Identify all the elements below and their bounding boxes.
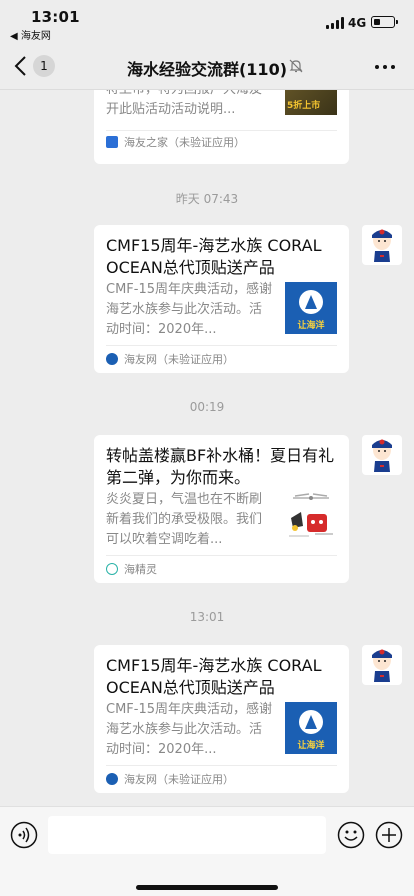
more-options-button[interactable] <box>372 56 398 76</box>
signal-icon <box>326 17 344 29</box>
card-description: CMF-15周年庆典活动，感谢海艺水族参与此次活动。活动时间：2020年... <box>106 702 273 757</box>
network-type: 4G <box>348 16 367 30</box>
status-bar: 13:01 ◀ 海友网 4G <box>0 0 414 44</box>
message-card[interactable]: CMF15周年-海艺水族 CORAL OCEAN总代顶贴送产品 CMF-15周年… <box>94 645 349 793</box>
avatar-cartoon-icon <box>372 439 392 472</box>
summer-promo-illustration <box>289 493 333 537</box>
app-source-icon <box>106 353 118 365</box>
chat-header: 1 海水经验交流群(110) <box>0 44 414 90</box>
message-timestamp: 13:01 <box>189 610 225 624</box>
home-indicator <box>136 885 278 890</box>
card-source: 海友网（未验证应用） <box>106 771 234 787</box>
card-thumbnail: 让海洋 <box>285 282 337 334</box>
card-description: CMF-15周年庆典活动，感谢海艺水族参与此次活动。活动时间：2020年... <box>106 282 273 337</box>
avatar-cartoon-icon <box>372 649 392 682</box>
thumbnail-text: 5折上市 <box>287 101 321 111</box>
chat-title: 海水经验交流群(110) <box>126 60 288 79</box>
message-card[interactable]: 将上市，特为回报广大海友开此贴活动活动说明... 5折上市 海友之家（未验证应用… <box>94 90 349 164</box>
source-label: 海精灵 <box>124 563 157 576</box>
card-title: 转帖盖楼赢BF补水桶！夏日有礼第二弹，为你而来。 <box>106 446 335 487</box>
card-title: CMF15周年-海艺水族 CORAL OCEAN总代顶贴送产品 <box>106 656 322 697</box>
status-time: 13:01 <box>31 8 80 26</box>
message-timestamp: 昨天 07:43 <box>175 192 239 206</box>
app-source-icon <box>106 563 118 575</box>
card-divider <box>106 555 337 556</box>
mute-bell-icon <box>289 59 303 73</box>
message-text-field[interactable] <box>48 816 326 854</box>
card-source: 海友网（未验证应用） <box>106 351 234 367</box>
emoji-icon[interactable] <box>337 821 365 849</box>
card-thumbnail: 5折上市 <box>285 90 337 115</box>
card-title: CMF15周年-海艺水族 CORAL OCEAN总代顶贴送产品 <box>106 236 322 277</box>
battery-cap <box>396 20 398 24</box>
more-plus-icon[interactable] <box>375 821 403 849</box>
message-input-bar <box>0 806 414 896</box>
card-description: 将上市，特为回报广大海友开此贴活动活动说明... <box>106 90 262 117</box>
message-card[interactable]: 转帖盖楼赢BF补水桶！夏日有礼第二弹，为你而来。 炎炎夏日，气温也在不断刷新着我… <box>94 435 349 583</box>
avatar[interactable] <box>362 645 402 685</box>
avatar[interactable] <box>362 225 402 265</box>
battery-icon <box>371 16 395 28</box>
avatar[interactable] <box>362 435 402 475</box>
app-source-icon <box>106 136 118 148</box>
thumbnail-text: 让海洋 <box>297 321 325 331</box>
chat-messages[interactable]: 将上市，特为回报广大海友开此贴活动活动说明... 5折上市 海友之家（未验证应用… <box>0 90 414 806</box>
card-description: 炎炎夏日，气温也在不断刷新着我们的承受极限。我们可以吹着空调吃着... <box>106 492 263 547</box>
card-thumbnail <box>285 492 337 544</box>
card-source: 海精灵 <box>106 561 157 577</box>
card-source: 海友之家（未验证应用） <box>106 134 245 150</box>
card-divider <box>106 765 337 766</box>
card-divider <box>106 345 337 346</box>
source-label: 海友网（未验证应用） <box>124 353 234 366</box>
voice-input-icon[interactable] <box>10 821 38 849</box>
app-source-icon <box>106 773 118 785</box>
card-divider <box>106 130 337 131</box>
source-label: 海友之家（未验证应用） <box>124 136 245 149</box>
avatar-cartoon-icon <box>372 229 392 262</box>
card-thumbnail: 让海洋 <box>285 702 337 754</box>
back-to-app-link[interactable]: ◀ 海友网 <box>10 27 51 42</box>
source-label: 海友网（未验证应用） <box>124 773 234 786</box>
message-card[interactable]: CMF15周年-海艺水族 CORAL OCEAN总代顶贴送产品 CMF-15周年… <box>94 225 349 373</box>
message-timestamp: 00:19 <box>189 400 225 414</box>
thumbnail-text: 让海洋 <box>297 741 325 751</box>
